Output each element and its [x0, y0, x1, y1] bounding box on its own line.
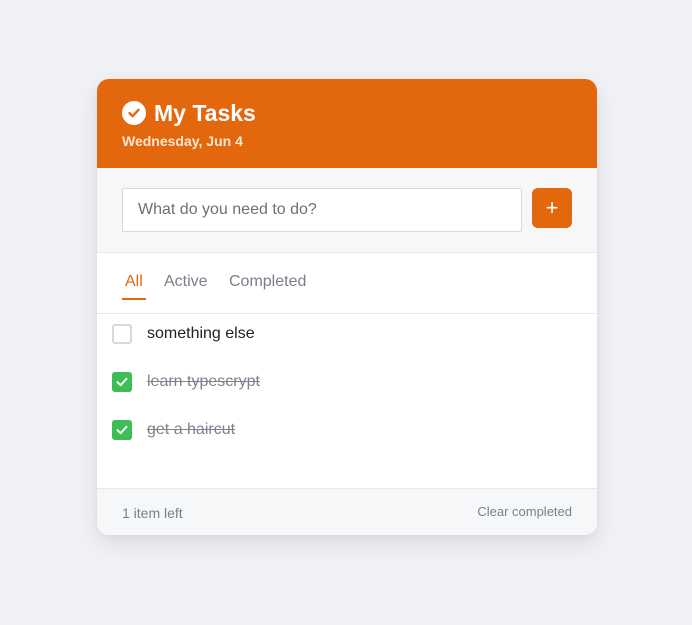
task-label: learn typescrypt	[147, 373, 260, 390]
task-label: get a haircut	[147, 421, 236, 438]
add-task-area: +	[97, 168, 597, 253]
title-row: My Tasks	[122, 100, 256, 126]
list-item: get a haircut	[97, 410, 597, 450]
items-left-count: 1 item left	[122, 505, 183, 521]
tab-active[interactable]: Active	[164, 273, 208, 298]
todo-card: My Tasks Wednesday, Jun 4 + All Active C…	[97, 79, 597, 535]
add-task-button[interactable]: +	[532, 188, 572, 228]
tab-all[interactable]: All	[122, 273, 146, 300]
page-title: My Tasks	[154, 100, 256, 126]
new-task-input[interactable]	[122, 188, 522, 232]
tab-completed[interactable]: Completed	[229, 273, 306, 298]
filter-tabs: All Active Completed	[97, 253, 597, 314]
check-icon	[116, 425, 128, 435]
task-checkbox[interactable]	[112, 372, 132, 392]
task-label: something else	[147, 325, 255, 342]
clear-completed-button[interactable]: Clear completed	[477, 504, 572, 519]
list-item: learn typescrypt	[97, 362, 597, 402]
date-label: Wednesday, Jun 4	[122, 133, 243, 149]
task-checkbox[interactable]	[112, 420, 132, 440]
card-footer: 1 item left Clear completed	[97, 488, 597, 535]
check-circle-icon	[122, 101, 146, 125]
list-item: something else	[97, 314, 597, 354]
card-header: My Tasks Wednesday, Jun 4	[97, 79, 597, 168]
task-checkbox[interactable]	[112, 324, 132, 344]
check-icon	[116, 377, 128, 387]
